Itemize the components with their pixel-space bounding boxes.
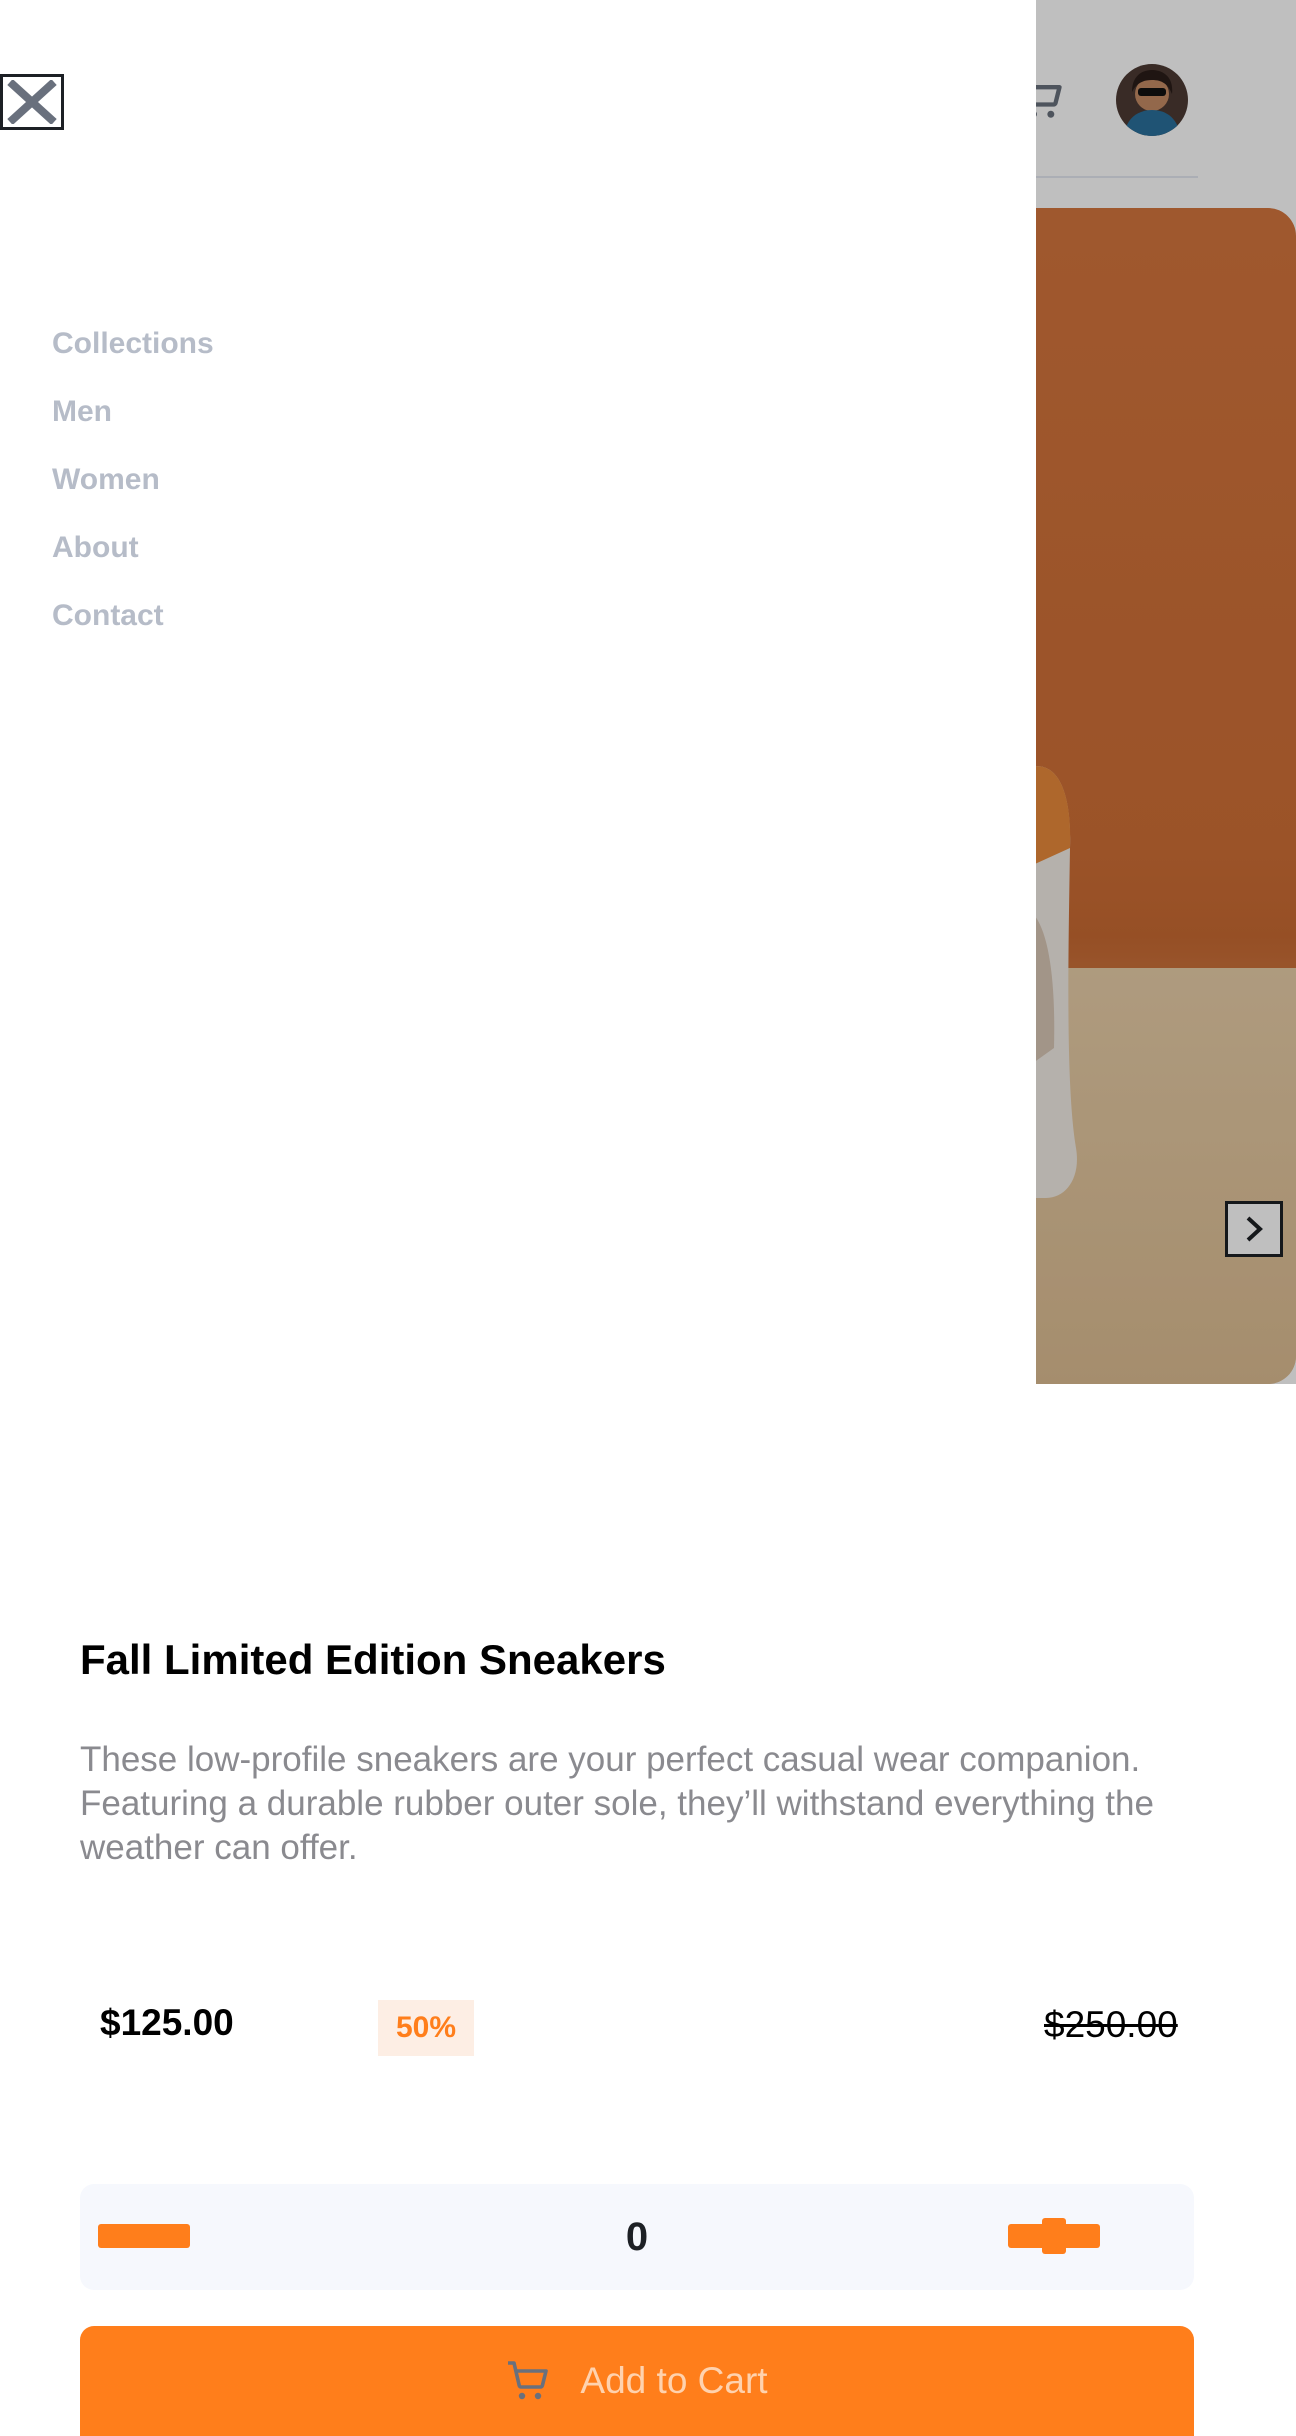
add-to-cart-button[interactable]: Add to Cart [80,2326,1194,2436]
plus-vertical-bar [1042,2218,1066,2254]
menu-item-men[interactable]: Men [52,392,214,460]
quantity-stepper: 0 [80,2184,1194,2290]
menu-item-about[interactable]: About [52,528,214,596]
add-to-cart-label: Add to Cart [580,2360,768,2401]
close-menu-button[interactable] [0,74,64,130]
product-description: These low-profile sneakers are your perf… [80,1740,1154,1867]
plus-icon[interactable] [1008,2218,1100,2254]
original-price: $250.00 [1044,2004,1178,2045]
menu-item-collections[interactable]: Collections [52,324,214,392]
menu-list: Collections Men Women About Contact [52,324,214,664]
current-price: $125.00 [100,2002,234,2043]
close-icon [7,80,57,124]
discount-badge: 50% [378,2000,474,2056]
menu-item-women[interactable]: Women [52,460,214,528]
product-title: Fall Limited Edition Sneakers [80,1636,666,1683]
side-menu: Collections Men Women About Contact [0,0,1036,1384]
cart-icon [508,2361,549,2400]
menu-item-contact[interactable]: Contact [52,596,214,664]
